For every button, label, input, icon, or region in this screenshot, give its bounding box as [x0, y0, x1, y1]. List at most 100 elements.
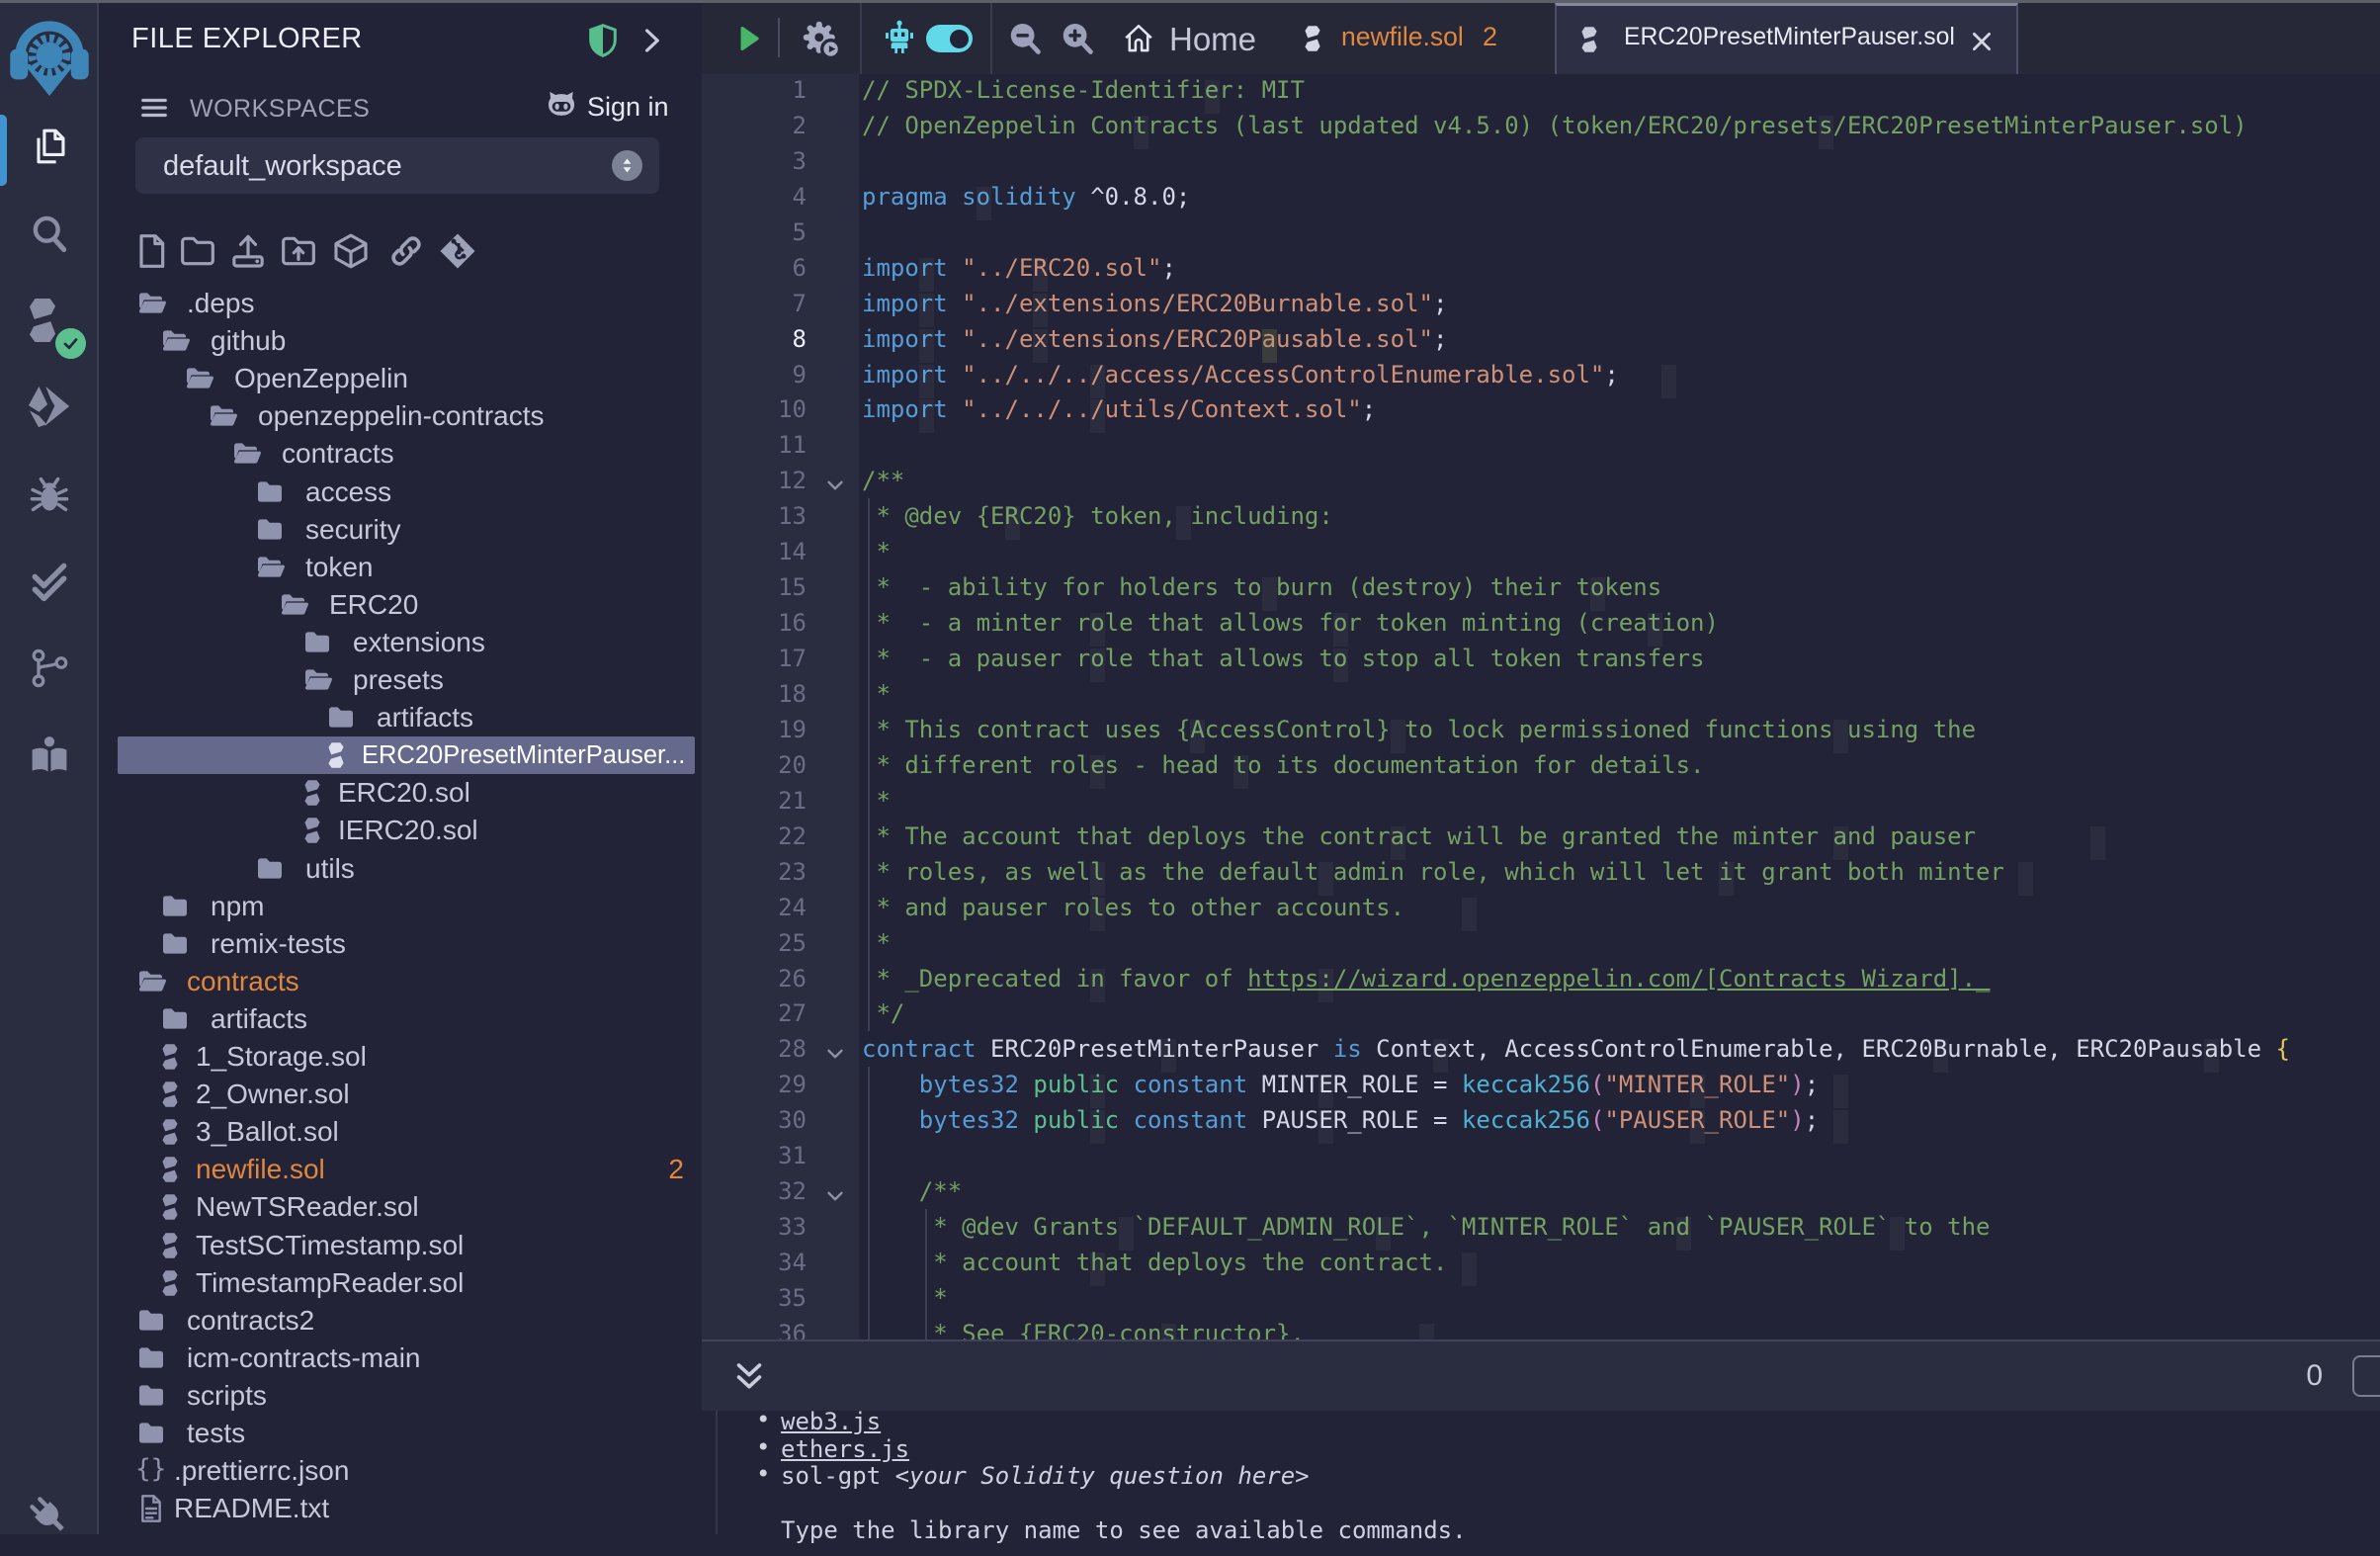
rail-git[interactable]: [0, 629, 99, 708]
line-number: 20: [702, 747, 807, 783]
tree-item-label: icm-contracts-main: [187, 1342, 420, 1374]
rail-file-explorer[interactable]: [0, 107, 99, 186]
terminal-bar[interactable]: 0: [702, 1340, 2380, 1411]
code-content[interactable]: // SPDX-License-Identifier: MIT// OpenZe…: [862, 74, 2380, 1340]
tree-item--prettierrc-json[interactable]: {}.prettierrc.json: [101, 1452, 700, 1490]
tree-item-artifacts[interactable]: artifacts: [101, 1000, 700, 1038]
ipfs-publish-icon[interactable]: [328, 228, 374, 274]
upload-file-icon[interactable]: [225, 228, 271, 274]
upload-folder-icon[interactable]: [276, 228, 321, 274]
tree-item-readme-txt[interactable]: README.txt: [101, 1490, 700, 1527]
tree-item-npm[interactable]: npm: [101, 888, 700, 925]
folder-icon: [254, 514, 286, 546]
workspace-select[interactable]: default_workspace: [135, 137, 659, 194]
tree-item-scripts[interactable]: scripts: [101, 1377, 700, 1415]
tree-item-github[interactable]: github: [101, 322, 700, 360]
tree-item-icm-contracts-main[interactable]: icm-contracts-main: [101, 1340, 700, 1377]
tree-item-remix-tests[interactable]: remix-tests: [101, 925, 700, 963]
rail-debugger[interactable]: [0, 455, 99, 534]
tree-item--deps[interactable]: .deps: [101, 285, 700, 322]
tree-item-utils[interactable]: utils: [101, 850, 700, 888]
tree-item-label: security: [305, 514, 400, 546]
terminal-scroll-button[interactable]: [2352, 1355, 2380, 1397]
rail-solidity-compiler[interactable]: [0, 281, 99, 360]
tree-item-openzeppelin-contracts[interactable]: openzeppelin-contracts: [101, 397, 700, 435]
solidity-icon: [162, 1193, 178, 1221]
rail-learn[interactable]: [0, 716, 99, 795]
tree-item-ierc20-sol[interactable]: IERC20.sol: [101, 812, 700, 849]
tree-item-newfile-sol[interactable]: newfile.sol2: [101, 1151, 700, 1188]
home-icon: [1122, 22, 1155, 55]
github-icon[interactable]: [544, 88, 579, 124]
line-number: 5: [702, 215, 807, 250]
line-number: 6: [702, 250, 807, 286]
tree-item-contracts[interactable]: contracts: [101, 435, 700, 473]
fold-chevron-icon[interactable]: [822, 468, 848, 503]
file-explorer-panel: FILE EXPLORER WORKSPACES Sign in default…: [101, 3, 700, 1534]
tree-item-3-ballot-sol[interactable]: 3_Ballot.sol: [101, 1113, 700, 1151]
tab-erc20presetminterpauser[interactable]: ERC20PresetMinterPauser.sol: [1555, 3, 2018, 74]
whitespace-artifact: [1318, 862, 1333, 896]
tree-item-contracts2[interactable]: contracts2: [101, 1302, 700, 1340]
fold-chevron-icon[interactable]: [822, 1178, 848, 1214]
workspace-menu-icon[interactable]: [139, 90, 169, 126]
editor-gutter: 1234567891011121314151617181920212223242…: [702, 74, 859, 1340]
terminal-text[interactable]: ethers.js: [781, 1435, 909, 1463]
terminal-text[interactable]: web3.js: [781, 1408, 881, 1435]
whitespace-artifact: [1833, 1075, 1848, 1108]
close-tab-icon[interactable]: [1969, 29, 1995, 54]
whitespace-artifact: [919, 365, 934, 398]
tree-item-testsctimestamp-sol[interactable]: TestSCTimestamp.sol: [101, 1227, 700, 1264]
tree-item-security[interactable]: security: [101, 511, 700, 549]
tree-item-timestampreader-sol[interactable]: TimestampReader.sol: [101, 1264, 700, 1302]
zoom-in-icon[interactable]: [1059, 20, 1096, 57]
folder-icon: [159, 928, 191, 960]
fold-chevron-icon[interactable]: [822, 1036, 848, 1072]
tree-item-newtsreader-sol[interactable]: NewTSReader.sol: [101, 1188, 700, 1226]
file-explorer-toolbar: [101, 228, 700, 276]
tree-item-extensions[interactable]: extensions: [101, 624, 700, 661]
line-number: 13: [702, 498, 807, 534]
deploy-icon: [27, 384, 72, 431]
collapse-panel-icon[interactable]: [637, 25, 666, 56]
whitespace-artifact: [977, 187, 991, 220]
rail-deploy-run[interactable]: [0, 368, 99, 447]
tree-item-erc20-sol[interactable]: ERC20.sol: [101, 774, 700, 812]
rail-plugin-manager[interactable]: [0, 1477, 99, 1556]
create-file-icon[interactable]: [128, 228, 174, 274]
tree-item-label: presets: [353, 664, 444, 696]
expand-terminal-icon[interactable]: [731, 1357, 767, 1397]
ai-copilot-toggle[interactable]: [926, 25, 973, 52]
tree-item-2-owner-sol[interactable]: 2_Owner.sol: [101, 1076, 700, 1113]
tree-item-artifacts[interactable]: artifacts: [101, 699, 700, 736]
line-number: 8: [702, 321, 807, 357]
terminal-panel[interactable]: •web3.js•ethers.js•sol-gpt <your Solidit…: [702, 1411, 2380, 1534]
run-script-button[interactable]: [733, 24, 763, 53]
sign-in-button[interactable]: Sign in: [587, 92, 669, 123]
tree-item-tests[interactable]: tests: [101, 1415, 700, 1452]
line-number: 14: [702, 534, 807, 569]
tree-item-contracts[interactable]: contracts: [101, 963, 700, 1000]
tree-item-presets[interactable]: presets: [101, 661, 700, 699]
whitespace-artifact: [1833, 1110, 1848, 1144]
tree-item-erc20[interactable]: ERC20: [101, 586, 700, 624]
tree-item-erc20presetminterpauser-[interactable]: ERC20PresetMinterPauser...: [101, 736, 700, 774]
tree-item-token[interactable]: token: [101, 549, 700, 586]
gist-link-icon[interactable]: [383, 228, 429, 274]
tree-item-label: IERC20.sol: [338, 815, 478, 846]
tree-item-label: extensions: [353, 627, 485, 658]
rail-unit-testing[interactable]: [0, 542, 99, 621]
create-folder-icon[interactable]: [175, 228, 220, 274]
run-script-config-icon[interactable]: [801, 19, 841, 59]
zoom-out-icon[interactable]: [1006, 20, 1044, 57]
tree-item-access[interactable]: access: [101, 474, 700, 511]
tree-item-label: 1_Storage.sol: [196, 1041, 367, 1073]
shield-status-icon[interactable]: [585, 23, 621, 58]
tree-item-openzeppelin[interactable]: OpenZeppelin: [101, 360, 700, 397]
rail-search[interactable]: [0, 194, 99, 273]
ai-copilot-robot-icon[interactable]: [880, 19, 919, 58]
tree-item-1-storage-sol[interactable]: 1_Storage.sol: [101, 1038, 700, 1076]
git-clone-icon[interactable]: [435, 228, 480, 274]
folder-open-icon: [230, 438, 262, 470]
rail-remix-logo[interactable]: [0, 16, 99, 95]
